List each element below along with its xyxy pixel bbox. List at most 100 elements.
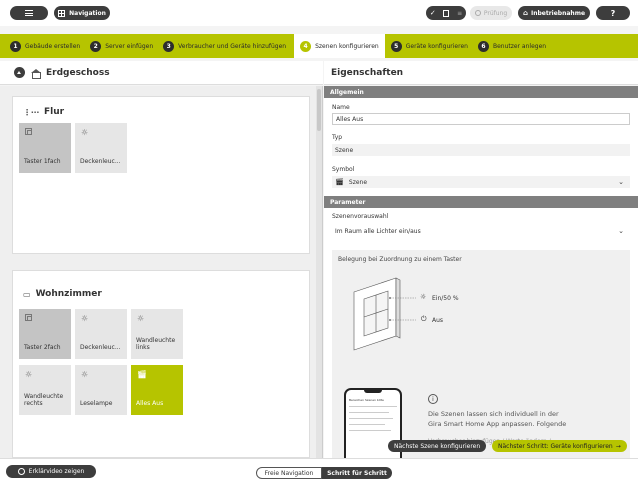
tile-label: Wandleuchte rechts [24, 393, 64, 407]
switch-icon [25, 314, 32, 323]
tile-label: Deckenleuc... [80, 344, 121, 351]
step-number: 3 [163, 40, 175, 52]
symbol-select[interactable]: 🎬︎ Szene ⌄ [332, 176, 630, 188]
szenenvorauswahl-label: Szenenvorauswahl [332, 213, 389, 220]
info-text-1: Die Szenen lassen sich individuell in de… [428, 410, 559, 418]
scene-icon: 🎬︎ [335, 178, 344, 186]
room-name: Wohnzimmer [35, 289, 102, 299]
scrollbar[interactable] [316, 86, 322, 458]
sofa-icon: ▭ [23, 289, 31, 299]
light-icon: ☼ [25, 370, 33, 379]
name-label: Name [332, 104, 350, 111]
step-number: 1 [10, 40, 21, 52]
steps-bar: 1 Gebäude erstellen 2 Server einfügen 3 … [0, 34, 638, 58]
typ-label: Typ [332, 134, 343, 141]
menu-button[interactable] [10, 6, 48, 20]
next-scene-button[interactable]: Nächste Szene konfigurieren [388, 440, 487, 452]
diagram-title: Belegung bei Zuordnung zu einem Taster [338, 256, 462, 263]
pruefung-button[interactable]: Prüfung [470, 6, 512, 20]
chevron-down-icon: ⌄ [618, 178, 624, 186]
power-icon: ⏻ [421, 315, 427, 323]
list-icon[interactable]: ≡ [457, 10, 462, 17]
tile-wandleuchte-rechts[interactable]: ☼ Wandleuchte rechts [19, 365, 71, 415]
check-icon[interactable]: ✓ [430, 9, 436, 17]
video-label: Erklärvideo zeigen [28, 468, 85, 475]
free-nav-label: Freie Navigation [264, 469, 314, 477]
step-1[interactable]: 1 Gebäude erstellen [10, 34, 80, 58]
pruefung-icon [474, 10, 481, 16]
help-icon: ? [610, 8, 616, 18]
bottom-bar: Erklärvideo zeigen Freie Navigation Schr… [0, 458, 638, 484]
scene-icon: 🎬︎ [137, 370, 148, 379]
properties-header: Eigenschaften [324, 61, 638, 85]
switch-diagram: Belegung bei Zuordnung zu einem Taster ☼… [332, 250, 630, 380]
light-icon: ☼ [81, 128, 89, 137]
arrow-right-icon: → [615, 442, 621, 450]
section-label: Allgemein [330, 88, 364, 96]
step-label: Gebäude erstellen [25, 42, 81, 50]
up-arrow-icon[interactable] [14, 67, 25, 78]
light-icon: ☼ [137, 314, 145, 323]
step-label: Szenen konfigurieren [315, 42, 379, 50]
light-icon: ☼ [81, 314, 89, 323]
tile-taster-1fach[interactable]: Taster 1fach [19, 123, 71, 173]
symbol-label: Symbol [332, 166, 355, 173]
step-4[interactable]: 4 Szenen konfigurieren [294, 34, 385, 58]
tile-label: Taster 1fach [24, 158, 61, 165]
tile-label: Taster 2fach [24, 344, 61, 351]
step-6[interactable]: 6 Benutzer anlegen [477, 34, 546, 58]
help-button[interactable]: ? [596, 6, 630, 20]
tile-label: Leselampe [80, 400, 113, 407]
name-field[interactable]: Alles Aus [332, 113, 630, 125]
properties-title: Eigenschaften [331, 67, 404, 78]
phone-line [349, 430, 391, 431]
tile-deckenleuchte[interactable]: ☼ Deckenleuc... [75, 309, 127, 359]
symbol-value: Szene [348, 178, 368, 186]
doc-icon[interactable] [443, 9, 450, 17]
inbetriebnahme-label: Inbetriebnahme [530, 9, 586, 17]
chevron-down-icon: ⌄ [618, 227, 624, 235]
name-value: Alles Aus [336, 115, 364, 123]
tile-alles-aus[interactable]: 🎬︎ Alles Aus [131, 365, 183, 415]
next-step-button[interactable]: Nächster Schritt: Geräte konfigurieren → [492, 440, 627, 452]
navigation-label: Navigation [69, 9, 106, 17]
section-parameter: Parameter [324, 196, 638, 208]
properties-pane: Allgemein Name Alles Aus Typ Szene Symbo… [324, 86, 638, 458]
step-5[interactable]: 5 Geräte konfigurieren [390, 34, 468, 58]
tile-wandleuchte-links[interactable]: ☼ Wandleuchte links [131, 309, 183, 359]
tile-deckenleuchte[interactable]: ☼ Deckenleuc... [75, 123, 127, 173]
free-navigation-toggle[interactable]: Freie Navigation [256, 467, 322, 479]
room-name: Flur [44, 107, 65, 117]
step-by-step-toggle[interactable]: Schritt für Schritt [322, 467, 392, 479]
phone-line [349, 424, 385, 425]
phone-notch [364, 390, 382, 393]
hallway-icon: ⋮⋯ [23, 107, 39, 117]
inbetriebnahme-button[interactable]: ⌂ Inbetriebnahme [518, 6, 590, 20]
pruefung-label: Prüfung [483, 9, 508, 17]
navigation-button[interactable]: Navigation [54, 6, 110, 20]
next-step-label: Nächster Schritt: Geräte konfigurieren [498, 442, 613, 450]
floor-title: Erdgeschoss [46, 67, 110, 78]
step-label: Geräte konfigurieren [405, 42, 468, 50]
step-by-step-label: Schritt für Schritt [327, 469, 387, 477]
step-3[interactable]: 3 Verbraucher und Geräte hinzufügen [163, 34, 286, 58]
tile-label: Wandleuchte links [136, 337, 176, 351]
play-icon [17, 468, 25, 475]
tile-taster-2fach[interactable]: Taster 2fach [19, 309, 71, 359]
switch-icon [25, 128, 32, 137]
top-bar: Navigation ✓ ≡ Prüfung ⌂ Inbetriebnahme … [0, 0, 638, 26]
tile-leselampe[interactable]: ☼ Leselampe [75, 365, 127, 415]
house-icon [31, 68, 41, 79]
szenenvorauswahl-select[interactable]: Im Raum alle Lichter ein/aus ⌄ [332, 225, 630, 237]
next-scene-label: Nächste Szene konfigurieren [394, 442, 481, 450]
video-button[interactable]: Erklärvideo zeigen [6, 465, 96, 478]
info-icon: i [428, 394, 438, 404]
tile-label: Alles Aus [136, 400, 164, 407]
typ-value: Szene [332, 144, 630, 156]
scrollbar-thumb[interactable] [317, 89, 321, 131]
step-number: 2 [90, 40, 102, 52]
light-icon: ☼ [81, 370, 89, 379]
tile-label: Deckenleuc... [80, 158, 121, 165]
rooms-pane: ⋮⋯ Flur Taster 1fach ☼ Deckenleuc... ▭ W… [0, 86, 323, 458]
step-2[interactable]: 2 Server einfügen [90, 34, 153, 58]
